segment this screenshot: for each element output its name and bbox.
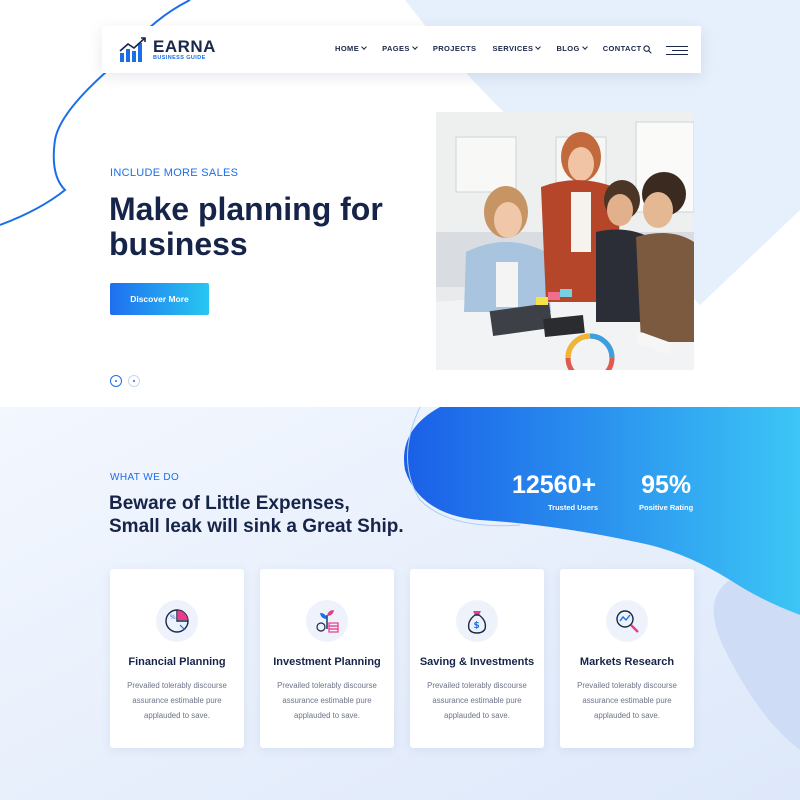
service-description-line: applauded to save. bbox=[594, 711, 660, 720]
main-nav: HOME PAGES PROJECTS SERVICES BLOG CONTAC… bbox=[335, 44, 658, 53]
icon-circle bbox=[306, 600, 348, 642]
plant-coins-icon bbox=[316, 610, 339, 633]
service-description-line: applauded to save. bbox=[294, 711, 360, 720]
bar-chart-logo-icon bbox=[119, 37, 146, 62]
hero-title-line: Make planning for bbox=[109, 191, 383, 227]
nav-item-blog[interactable]: BLOG bbox=[556, 44, 588, 53]
brand-name: EARNA bbox=[153, 37, 216, 56]
stat-label: Positive Rating bbox=[639, 503, 694, 512]
nav-label: HOME bbox=[335, 44, 360, 53]
service-description-line: Prevailed tolerably discourse bbox=[577, 681, 677, 690]
nav-label: PROJECTS bbox=[432, 44, 477, 53]
icon-circle: $ bbox=[456, 600, 498, 642]
slider-dot-active[interactable] bbox=[110, 375, 122, 387]
site-header: EARNA BUSINESS GUIDE HOME PAGES PROJECTS… bbox=[102, 26, 701, 73]
service-description-line: assurance estimable pure bbox=[132, 696, 222, 705]
stat-trusted-users: 12560+ Trusted Users bbox=[510, 471, 598, 512]
service-card-financial-planning[interactable]: % Financial Planning Prevailed tolerably… bbox=[110, 569, 244, 748]
service-title: Investment Planning bbox=[273, 656, 381, 668]
chevron-down-icon bbox=[581, 44, 588, 50]
hamburger-icon[interactable] bbox=[666, 46, 688, 56]
service-description-line: assurance estimable pure bbox=[432, 696, 522, 705]
svg-text:%: % bbox=[170, 614, 176, 621]
svg-text:$: $ bbox=[474, 621, 480, 631]
stat-positive-rating: 95% Positive Rating bbox=[639, 471, 693, 512]
service-description-line: assurance estimable pure bbox=[282, 696, 372, 705]
chevron-down-icon bbox=[361, 44, 367, 50]
service-description: Prevailed tolerably discourse assurance … bbox=[272, 678, 382, 723]
icon-circle: % bbox=[156, 600, 198, 642]
service-description: Prevailed tolerably discourse assurance … bbox=[422, 678, 532, 723]
nav-label: SERVICES bbox=[492, 44, 534, 53]
magnifier-chart-icon bbox=[616, 610, 639, 633]
section-title: Beware of Little Expenses, Small leak wi… bbox=[109, 492, 404, 538]
service-description-line: assurance estimable pure bbox=[582, 696, 672, 705]
service-title: Financial Planning bbox=[128, 656, 226, 668]
slider-dot[interactable] bbox=[128, 375, 140, 387]
section-kicker: WHAT WE DO bbox=[110, 472, 180, 483]
nav-item-contact[interactable]: CONTACT bbox=[603, 44, 642, 53]
nav-label: BLOG bbox=[556, 44, 580, 53]
service-description-line: Prevailed tolerably discourse bbox=[277, 681, 377, 690]
chevron-down-icon bbox=[411, 44, 418, 50]
section-title-line: Small leak will sink a Great Ship. bbox=[109, 516, 404, 537]
chevron-down-icon bbox=[535, 44, 542, 50]
service-description: Prevailed tolerably discourse assurance … bbox=[122, 678, 232, 723]
section-title-line: Beware of Little Expenses, bbox=[109, 493, 350, 514]
service-description-line: applauded to save. bbox=[444, 711, 510, 720]
nav-item-projects[interactable]: PROJECTS bbox=[433, 44, 477, 53]
money-bag-icon: $ bbox=[467, 611, 487, 634]
nav-label: PAGES bbox=[382, 44, 410, 53]
service-description-line: Prevailed tolerably discourse bbox=[127, 681, 227, 690]
hero-title-line: business bbox=[109, 226, 248, 262]
service-description-line: applauded to save. bbox=[144, 711, 210, 720]
hero-kicker: INCLUDE MORE SALES bbox=[110, 167, 239, 179]
service-title: Saving & Investments bbox=[419, 656, 535, 668]
stat-value: 95% bbox=[641, 471, 692, 499]
service-description-line: Prevailed tolerably discourse bbox=[427, 681, 527, 690]
hero-title: Make planning for business bbox=[109, 192, 383, 262]
brand-logo[interactable]: EARNA BUSINESS GUIDE bbox=[118, 37, 216, 63]
hero-team-photo bbox=[436, 112, 694, 370]
nav-item-services[interactable]: SERVICES bbox=[492, 44, 542, 53]
service-title: Markets Research bbox=[579, 656, 675, 668]
slider-pagination bbox=[110, 375, 140, 387]
stat-label: Trusted Users bbox=[548, 503, 599, 512]
icon-circle bbox=[606, 600, 648, 642]
nav-item-pages[interactable]: PAGES bbox=[382, 44, 418, 53]
nav-label: CONTACT bbox=[602, 44, 642, 53]
search-icon[interactable] bbox=[643, 45, 652, 54]
nav-item-home[interactable]: HOME bbox=[335, 44, 367, 53]
discover-more-button[interactable]: Discover More bbox=[110, 283, 209, 315]
service-card-saving-investments[interactable]: $ Saving & Investments Prevailed tolerab… bbox=[410, 569, 544, 748]
service-card-investment-planning[interactable]: Investment Planning Prevailed tolerably … bbox=[260, 569, 394, 748]
stat-value: 12560+ bbox=[511, 471, 597, 499]
service-description: Prevailed tolerably discourse assurance … bbox=[572, 678, 682, 723]
pie-chart-percent-icon: % bbox=[165, 609, 189, 633]
service-card-markets-research[interactable]: Markets Research Prevailed tolerably dis… bbox=[560, 569, 694, 748]
